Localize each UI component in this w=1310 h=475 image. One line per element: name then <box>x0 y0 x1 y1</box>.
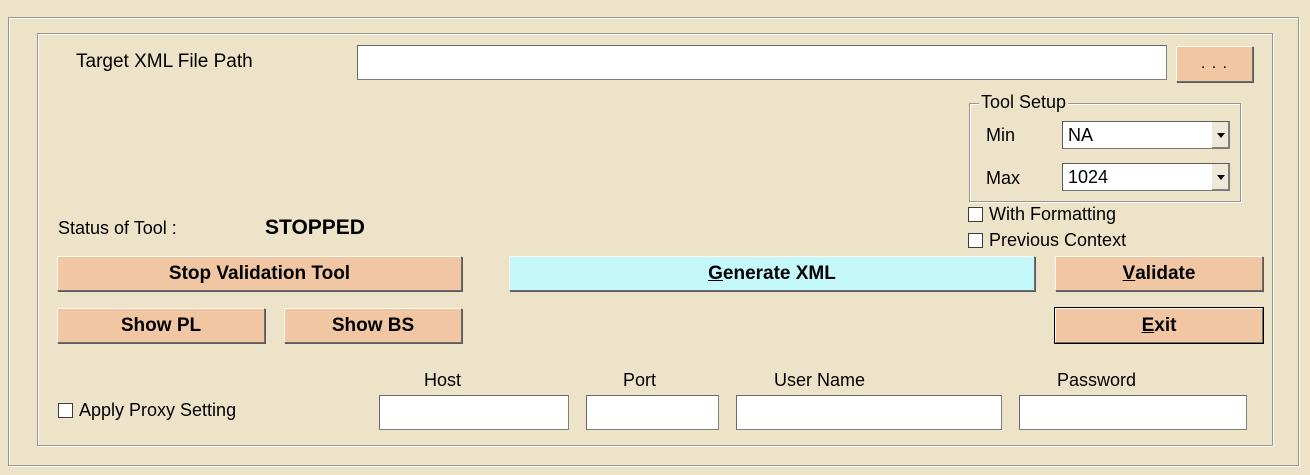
show-bs-button[interactable]: Show BS <box>284 308 462 343</box>
max-label: Max <box>986 168 1021 188</box>
previous-context-checkbox[interactable] <box>968 233 983 248</box>
show-pl-button[interactable]: Show PL <box>57 308 265 343</box>
generate-xml-mnemonic: G <box>708 262 723 284</box>
validate-mnemonic: V <box>1122 262 1136 284</box>
validate-button[interactable]: Validate <box>1055 256 1263 291</box>
max-select[interactable]: 1024 <box>1062 163 1230 191</box>
target-path-label: Target XML File Path <box>76 51 253 72</box>
with-formatting-option[interactable]: With Formatting <box>968 204 1116 225</box>
previous-context-label: Previous Context <box>989 230 1127 250</box>
port-input[interactable] <box>586 395 719 430</box>
validate-label: alidate <box>1135 262 1196 284</box>
exit-label: xit <box>1154 314 1177 336</box>
exit-button[interactable]: Exit <box>1054 307 1264 344</box>
status-value: STOPPED <box>265 216 365 239</box>
exit-mnemonic: E <box>1141 314 1155 336</box>
max-select-value: 1024 <box>1068 166 1109 187</box>
min-select-value: NA <box>1068 124 1094 145</box>
host-label: Host <box>424 370 462 390</box>
with-formatting-checkbox[interactable] <box>968 207 983 222</box>
apply-proxy-option[interactable]: Apply Proxy Setting <box>58 400 236 421</box>
host-input[interactable] <box>379 395 569 430</box>
generate-xml-button[interactable]: Generate XML <box>509 256 1035 291</box>
previous-context-option[interactable]: Previous Context <box>968 230 1126 251</box>
target-path-input[interactable] <box>357 45 1167 80</box>
min-select[interactable]: NA <box>1062 121 1230 149</box>
password-input[interactable] <box>1019 395 1247 430</box>
browse-button[interactable]: . . . <box>1176 46 1253 82</box>
user-name-input[interactable] <box>736 395 1002 430</box>
chevron-down-icon[interactable] <box>1211 122 1229 148</box>
with-formatting-label: With Formatting <box>989 204 1117 224</box>
generate-xml-label: enerate XML <box>722 262 836 284</box>
chevron-down-icon[interactable] <box>1211 164 1229 190</box>
user-name-label: User Name <box>774 370 866 390</box>
apply-proxy-checkbox[interactable] <box>58 403 73 418</box>
apply-proxy-label: Apply Proxy Setting <box>79 400 237 420</box>
password-label: Password <box>1057 370 1137 390</box>
stop-validation-button[interactable]: Stop Validation Tool <box>57 256 462 291</box>
status-label: Status of Tool : <box>58 218 177 238</box>
min-label: Min <box>986 125 1016 145</box>
port-label: Port <box>623 370 657 390</box>
tool-setup-legend: Tool Setup <box>979 92 1069 113</box>
